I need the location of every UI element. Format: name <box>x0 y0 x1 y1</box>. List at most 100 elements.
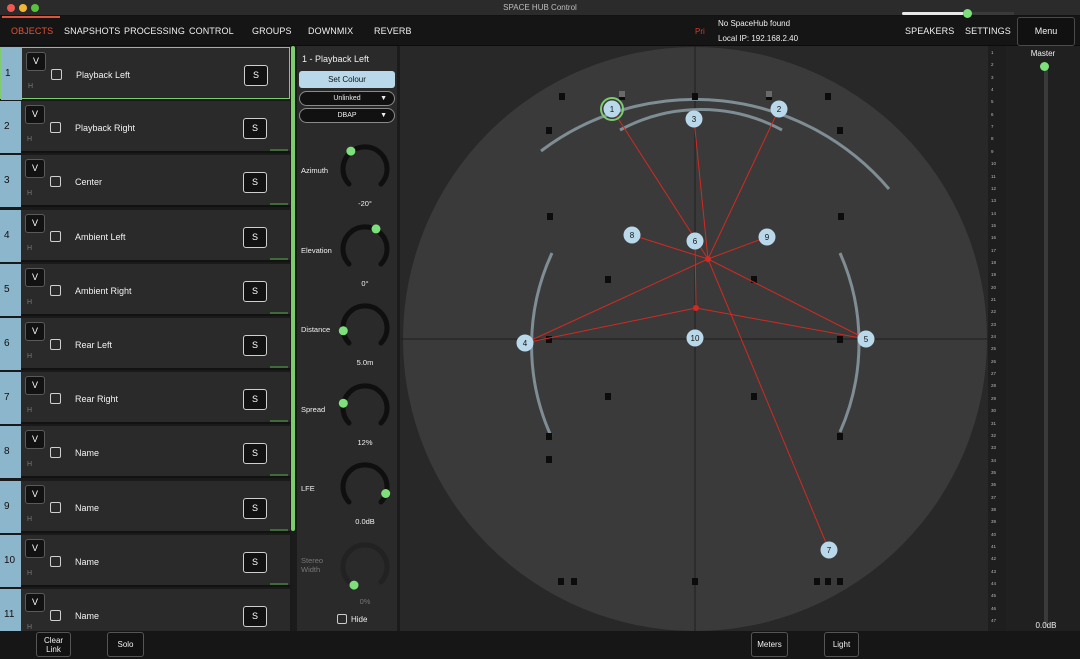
object-link-checkbox[interactable] <box>51 69 62 80</box>
object-marker[interactable]: 4 <box>516 334 534 352</box>
object-link-checkbox[interactable] <box>50 555 61 567</box>
objects-list-scrollbar[interactable] <box>291 46 295 531</box>
object-marker[interactable]: 5 <box>857 330 875 348</box>
object-link-checkbox[interactable] <box>50 339 61 350</box>
object-solo-button[interactable]: S <box>243 280 267 302</box>
object-link-checkbox[interactable] <box>50 393 61 405</box>
object-row[interactable]: 5 V H Ambient Right S <box>0 263 290 316</box>
master-fader-track[interactable] <box>1044 66 1048 626</box>
object-name[interactable]: Playback Left <box>76 70 130 80</box>
vertical-toggle-button[interactable]: V <box>25 213 45 233</box>
object-row[interactable]: 11 V H Name S <box>0 589 290 631</box>
scale-number: 30 <box>991 408 997 414</box>
object-solo-button[interactable]: S <box>243 118 267 140</box>
master-fader-thumb[interactable] <box>1040 62 1049 71</box>
vertical-toggle-button[interactable]: V <box>25 376 45 396</box>
object-link-checkbox[interactable] <box>50 284 61 296</box>
vertical-toggle-button[interactable]: V <box>25 105 45 125</box>
tab-objects[interactable]: OBJECTS <box>11 26 53 36</box>
set-colour-button[interactable]: Set Colour <box>299 71 395 88</box>
object-marker[interactable]: 10 <box>686 329 704 347</box>
object-row[interactable]: 10 V H Name S <box>0 534 290 587</box>
object-solo-button[interactable]: S <box>243 389 267 411</box>
tab-processing[interactable]: PROCESSING <box>124 26 185 36</box>
object-link-checkbox[interactable] <box>50 176 61 188</box>
object-name[interactable]: Playback Right <box>75 123 135 133</box>
object-row[interactable]: 6 V H Rear Left S <box>0 318 290 370</box>
zoom-slider-thumb[interactable] <box>963 9 972 18</box>
object-row[interactable]: 4 V H Ambient Left S <box>0 209 290 262</box>
object-number: 5 <box>0 263 21 316</box>
vertical-toggle-button[interactable]: V <box>25 430 45 450</box>
knob-elevation[interactable] <box>337 220 393 276</box>
tab-groups[interactable]: GROUPS <box>252 26 292 36</box>
knob-azimuth[interactable] <box>337 140 393 196</box>
object-name[interactable]: Name <box>75 503 99 513</box>
object-row[interactable]: 8 V H Name S <box>0 426 290 479</box>
object-link-checkbox[interactable] <box>50 447 61 459</box>
hide-checkbox[interactable] <box>337 614 347 624</box>
object-name[interactable]: Name <box>75 557 99 567</box>
object-solo-button[interactable]: S <box>243 172 267 194</box>
object-name[interactable]: Ambient Left <box>75 232 126 242</box>
object-solo-button[interactable]: S <box>244 65 268 86</box>
object-link-checkbox[interactable] <box>50 610 61 621</box>
object-solo-button[interactable]: S <box>243 226 267 248</box>
object-marker[interactable]: 7 <box>820 541 838 559</box>
object-row[interactable]: 9 V H Name S <box>0 480 290 533</box>
object-name[interactable]: Ambient Right <box>75 286 132 296</box>
vertical-toggle-button[interactable]: V <box>25 267 45 287</box>
object-row[interactable]: 3 V H Center S <box>0 155 290 208</box>
tab-control[interactable]: CONTROL <box>189 26 234 36</box>
object-solo-button[interactable]: S <box>243 606 267 627</box>
object-solo-button[interactable]: S <box>243 497 267 519</box>
render-mode-select[interactable]: DBAP ▼ <box>299 108 395 123</box>
object-name[interactable]: Name <box>75 448 99 458</box>
knob-label: Elevation <box>301 245 332 255</box>
menu-button[interactable]: Menu <box>1017 17 1075 46</box>
knob-spread[interactable] <box>337 379 393 435</box>
object-row[interactable]: 2 V H Playback Right S <box>0 101 290 154</box>
speaker-map[interactable]: 1 2 3 4 5 6 7 8 9 10 <box>400 46 988 631</box>
object-solo-button[interactable]: S <box>243 443 267 465</box>
object-name[interactable]: Rear Right <box>75 394 118 404</box>
vertical-toggle-button[interactable]: V <box>25 538 45 558</box>
meters-button[interactable]: Meters <box>751 632 788 657</box>
knob-distance[interactable] <box>337 299 393 355</box>
vertical-toggle-button[interactable]: V <box>25 159 45 179</box>
tab-reverb[interactable]: REVERB <box>374 26 412 36</box>
tab-downmix[interactable]: DOWNMIX <box>308 26 353 36</box>
object-solo-button[interactable]: S <box>243 551 267 573</box>
light-button[interactable]: Light <box>824 632 859 657</box>
object-link-checkbox[interactable] <box>50 122 61 134</box>
object-solo-button[interactable]: S <box>243 335 267 356</box>
object-link-checkbox[interactable] <box>50 501 61 513</box>
object-marker[interactable]: 3 <box>685 110 703 128</box>
object-marker[interactable]: 8 <box>623 226 641 244</box>
vertical-toggle-button[interactable]: V <box>26 52 46 71</box>
object-number: 7 <box>0 372 21 425</box>
object-marker[interactable]: 6 <box>686 232 704 250</box>
horizontal-indicator: H <box>27 136 33 144</box>
object-name[interactable]: Rear Left <box>75 340 112 350</box>
link-mode-select[interactable]: Unlinked ▼ <box>299 91 395 106</box>
object-name[interactable]: Center <box>75 177 102 187</box>
knob-lfe[interactable] <box>337 458 393 514</box>
vertical-toggle-button[interactable]: V <box>25 593 45 612</box>
tab-speakers[interactable]: SPEAKERS <box>905 26 954 36</box>
object-marker[interactable]: 9 <box>758 228 776 246</box>
vertical-toggle-button[interactable]: V <box>25 322 45 341</box>
object-level-meter <box>270 203 288 206</box>
vertical-toggle-button[interactable]: V <box>25 484 45 504</box>
object-row[interactable]: 1 V H Playback Left S <box>0 47 290 100</box>
solo-button[interactable]: Solo <box>107 632 144 657</box>
object-row[interactable]: 7 V H Rear Right S <box>0 372 290 425</box>
object-link-checkbox[interactable] <box>50 230 61 242</box>
clear-link-button[interactable]: Clear Link <box>36 632 71 657</box>
object-marker[interactable]: 2 <box>770 100 788 118</box>
tab-snapshots[interactable]: SNAPSHOTS <box>64 26 120 36</box>
object-name[interactable]: Name <box>75 611 99 621</box>
object-marker[interactable]: 1 <box>600 97 624 121</box>
tab-settings[interactable]: SETTINGS <box>965 26 1011 36</box>
speaker-layout-view[interactable]: 1 2 3 4 5 6 7 8 9 10 <box>400 46 988 631</box>
